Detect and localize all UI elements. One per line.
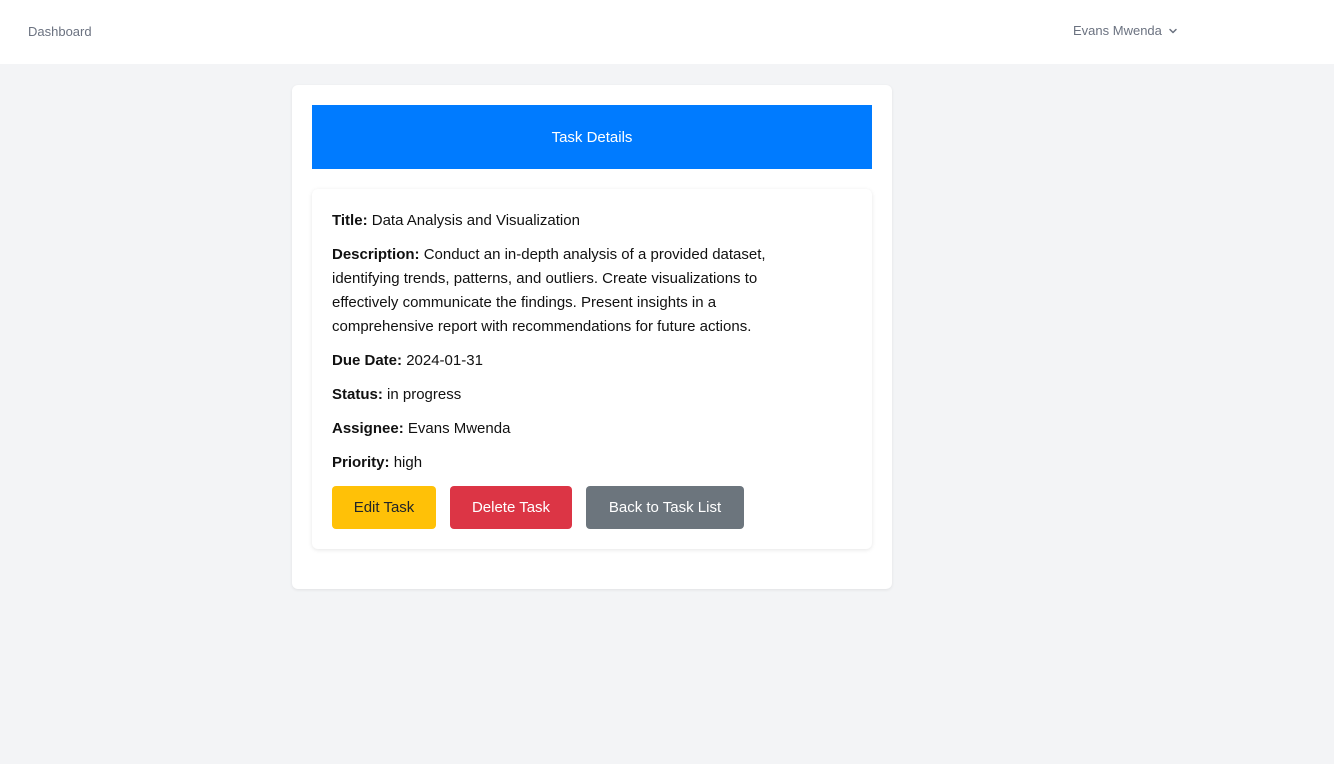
dashboard-link[interactable]: Dashboard — [28, 24, 92, 40]
task-description-row: Description: Conduct an in-depth analysi… — [332, 243, 812, 339]
delete-task-button[interactable]: Delete Task — [450, 486, 572, 529]
user-name: Evans Mwenda — [1073, 23, 1162, 38]
task-title-label: Title: — [332, 212, 368, 229]
task-priority-value: high — [393, 454, 423, 471]
task-title-value: Data Analysis and Visualization — [371, 212, 580, 229]
task-status-value: in progress — [387, 386, 462, 403]
user-menu-dropdown[interactable]: Evans Mwenda — [1073, 23, 1178, 39]
task-priority-row: Priority: high — [332, 451, 812, 475]
task-status-label: Status: — [332, 386, 383, 403]
card-title: Task Details — [551, 128, 633, 146]
task-status-row: Status: in progress — [332, 383, 812, 407]
task-due-date-label: Due Date: — [332, 352, 403, 369]
task-priority-label: Priority: — [332, 454, 390, 471]
top-navbar: Dashboard Evans Mwenda — [0, 0, 1334, 64]
task-assignee-row: Assignee: Evans Mwenda — [332, 417, 812, 441]
edit-task-button[interactable]: Edit Task — [332, 486, 436, 529]
chevron-down-icon — [1168, 26, 1178, 36]
task-title-row: Title: Data Analysis and Visualization — [332, 209, 812, 233]
card-header: Task Details — [312, 105, 872, 169]
task-description-label: Description: — [332, 246, 420, 263]
task-detail-box: Title: Data Analysis and Visualization D… — [312, 189, 872, 549]
task-due-date-row: Due Date: 2024-01-31 — [332, 349, 812, 373]
back-to-task-list-button[interactable]: Back to Task List — [586, 486, 744, 529]
task-due-date-value: 2024-01-31 — [406, 352, 483, 369]
task-assignee-value: Evans Mwenda — [407, 420, 511, 437]
task-details-card: Task Details Title: Data Analysis and Vi… — [292, 85, 892, 589]
task-assignee-label: Assignee: — [332, 420, 404, 437]
